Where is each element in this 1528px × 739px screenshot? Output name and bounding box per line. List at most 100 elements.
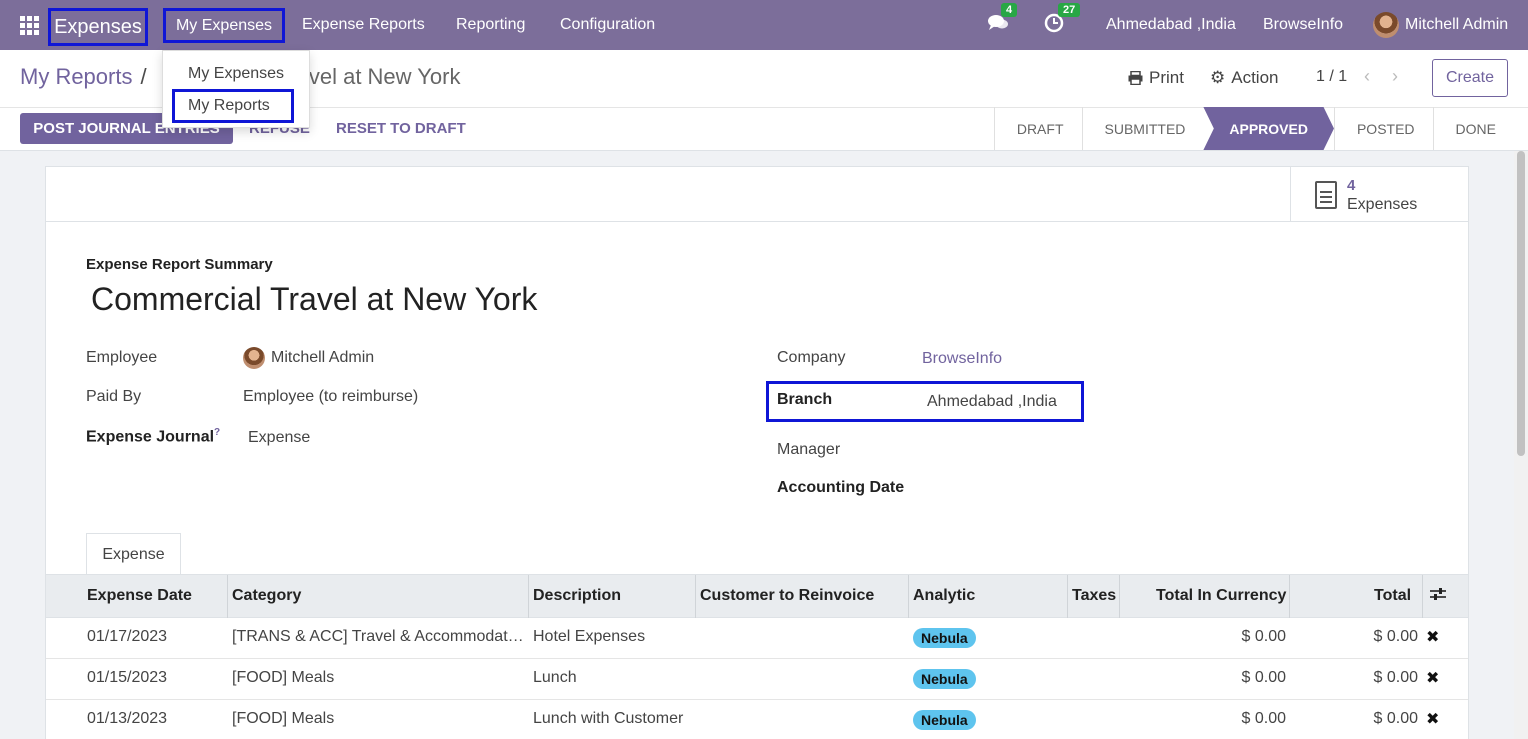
analytic-tag: Nebula <box>913 628 976 648</box>
col-analytic[interactable]: Analytic <box>913 587 975 605</box>
branch-switcher[interactable]: Ahmedabad ,India <box>1106 0 1236 50</box>
table-row[interactable]: 01/13/2023 [FOOD] Meals Lunch with Custo… <box>46 700 1468 739</box>
stage-posted[interactable]: POSTED <box>1333 107 1433 150</box>
cell-date: 01/13/2023 <box>87 710 168 727</box>
company-label: Company <box>777 349 846 366</box>
apps-menu-icon[interactable] <box>20 0 42 50</box>
menu-reporting[interactable]: Reporting <box>456 0 525 50</box>
messages-badge: 4 <box>1001 2 1018 17</box>
menu-my-expenses[interactable]: My Expenses <box>163 8 285 43</box>
analytic-tag: Nebula <box>913 669 976 689</box>
cell-category: [FOOD] Meals <box>232 669 335 686</box>
action-label: Action <box>1231 68 1279 87</box>
stage-approved[interactable]: APPROVED <box>1203 107 1334 150</box>
reset-to-draft-button[interactable]: RESET TO DRAFT <box>336 120 466 137</box>
delete-row-icon[interactable]: ✖ <box>1426 627 1439 647</box>
branch-label: Branch <box>777 391 833 408</box>
document-icon <box>1315 180 1337 209</box>
optional-columns-icon[interactable] <box>1430 587 1446 606</box>
help-icon[interactable]: ? <box>214 427 220 438</box>
menu-expense-reports[interactable]: Expense Reports <box>302 0 425 50</box>
col-description[interactable]: Description <box>533 587 621 605</box>
col-divider <box>1067 575 1068 618</box>
col-divider <box>1422 575 1423 618</box>
dropdown-item-my-expenses[interactable]: My Expenses <box>188 65 284 83</box>
cell-description: Lunch <box>533 669 577 686</box>
print-button[interactable]: Print <box>1128 68 1184 88</box>
paid-by-field[interactable]: Employee (to reimburse) <box>243 388 418 406</box>
company-switcher[interactable]: BrowseInfo <box>1263 0 1343 50</box>
employee-field[interactable]: Mitchell Admin <box>243 347 374 369</box>
avatar <box>1373 12 1399 38</box>
cell-date: 01/17/2023 <box>87 628 168 645</box>
employee-value: Mitchell Admin <box>271 349 375 366</box>
app-brand[interactable]: Expenses <box>48 8 148 46</box>
delete-row-icon[interactable]: ✖ <box>1426 668 1439 688</box>
action-button[interactable]: ⚙ Action <box>1210 68 1279 88</box>
expense-journal-label: Expense Journal? <box>86 427 220 446</box>
company-field[interactable]: BrowseInfo <box>922 350 1002 368</box>
cell-description: Hotel Expenses <box>533 628 646 645</box>
branch-field[interactable]: Ahmedabad ,India <box>927 393 1057 411</box>
summary-label: Expense Report Summary <box>86 256 273 273</box>
create-button[interactable]: Create <box>1432 59 1508 97</box>
expense-journal-text: Expense Journal <box>86 428 215 446</box>
stage-draft[interactable]: DRAFT <box>993 107 1082 150</box>
print-label: Print <box>1149 68 1184 87</box>
col-total[interactable]: Total <box>1374 587 1411 605</box>
employee-label: Employee <box>86 349 158 366</box>
user-menu[interactable]: Mitchell Admin <box>1373 0 1508 50</box>
printer-icon <box>1128 71 1143 85</box>
stage-submitted[interactable]: SUBMITTED <box>1081 107 1204 150</box>
expense-journal-field[interactable]: Expense <box>248 429 310 447</box>
breadcrumb-parent[interactable]: My Reports <box>20 64 132 90</box>
cell-date: 01/15/2023 <box>87 669 168 686</box>
activities-button[interactable]: 27 <box>1044 0 1081 50</box>
cell-total: $ 0.00 <box>1373 669 1418 686</box>
messages-button[interactable]: 4 <box>987 0 1018 50</box>
dropdown-item-my-reports[interactable]: My Reports <box>188 97 270 115</box>
col-taxes[interactable]: Taxes <box>1072 587 1116 605</box>
col-total-currency[interactable]: Total In Currency <box>1156 587 1286 605</box>
analytic-tag: Nebula <box>913 710 976 730</box>
gear-icon: ⚙ <box>1210 68 1226 87</box>
delete-row-icon[interactable]: ✖ <box>1426 709 1439 729</box>
menu-configuration[interactable]: Configuration <box>560 0 655 50</box>
breadcrumb-separator: / <box>140 64 147 89</box>
stage-done[interactable]: DONE <box>1432 107 1514 150</box>
my-expenses-dropdown: My Expenses My Reports <box>162 50 310 128</box>
col-divider <box>1119 575 1120 618</box>
table-row[interactable]: 01/15/2023 [FOOD] Meals Lunch Nebula $ 0… <box>46 659 1468 700</box>
pager-value[interactable]: 1 / 1 <box>1316 68 1347 86</box>
col-expense-date[interactable]: Expense Date <box>87 587 192 605</box>
cell-total: $ 0.00 <box>1373 710 1418 727</box>
cell-category: [FOOD] Meals <box>232 710 335 727</box>
user-name: Mitchell Admin <box>1405 16 1509 33</box>
col-category[interactable]: Category <box>232 587 301 605</box>
cell-description: Lunch with Customer <box>533 710 684 727</box>
col-divider <box>528 575 529 618</box>
cell-total-currency: $ 0.00 <box>1241 669 1286 686</box>
scrollbar-thumb[interactable] <box>1517 151 1525 456</box>
expenses-smart-button[interactable]: 4 Expenses <box>1290 167 1468 222</box>
top-navbar: Expenses My Expenses Expense Reports Rep… <box>0 0 1528 50</box>
table-row[interactable]: 01/17/2023 [TRANS & ACC] Travel & Accomm… <box>46 618 1468 659</box>
table-header: Expense Date Category Description Custom… <box>46 574 1468 618</box>
accounting-date-label: Accounting Date <box>777 479 905 496</box>
expenses-label: Expenses <box>1347 195 1418 213</box>
pager-next-icon[interactable]: › <box>1392 66 1398 87</box>
tab-expense[interactable]: Expense <box>86 533 181 575</box>
report-title[interactable]: Commercial Travel at New York <box>91 281 537 318</box>
cell-category: [TRANS & ACC] Travel & Accommodat… <box>232 628 524 645</box>
col-divider <box>695 575 696 618</box>
col-customer-reinvoice[interactable]: Customer to Reinvoice <box>700 587 874 605</box>
paid-by-label: Paid By <box>86 388 142 405</box>
breadcrumb-current: avel at New York <box>296 64 461 89</box>
pager-prev-icon[interactable]: ‹ <box>1364 66 1370 87</box>
cell-total-currency: $ 0.00 <box>1241 710 1286 727</box>
scrollbar[interactable] <box>1514 151 1528 739</box>
cell-total-currency: $ 0.00 <box>1241 628 1286 645</box>
col-divider <box>227 575 228 618</box>
activities-badge: 27 <box>1058 2 1081 17</box>
button-box: 4 Expenses <box>46 167 1468 222</box>
